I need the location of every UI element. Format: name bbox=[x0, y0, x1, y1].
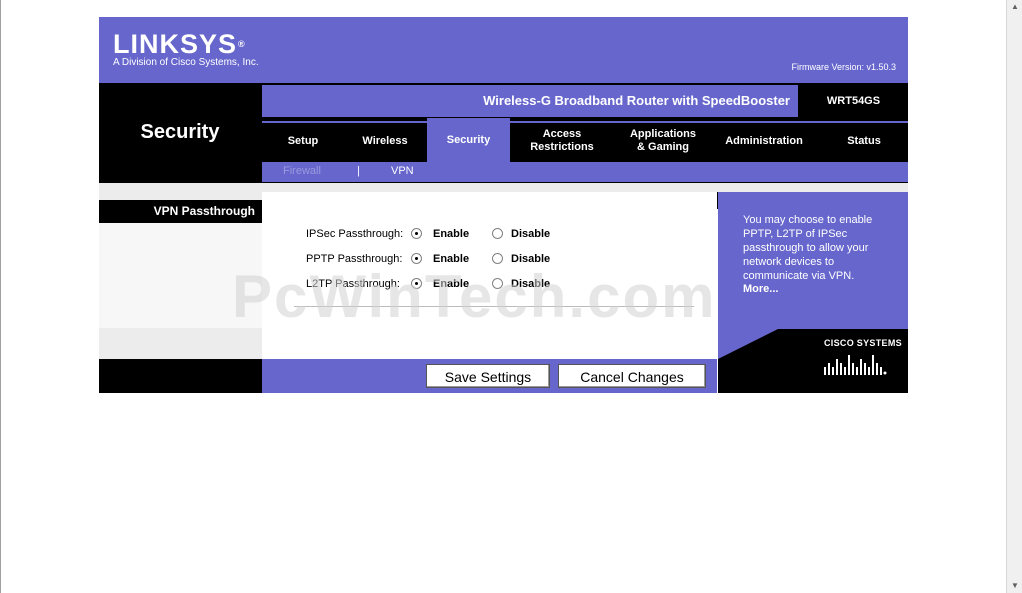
setting-label: L2TP Passthrough: bbox=[306, 278, 400, 290]
vertical-scrollbar[interactable]: ▲ ▼ bbox=[1006, 0, 1022, 593]
radio-label-enable: Enable bbox=[433, 228, 470, 240]
logo-subtitle: A Division of Cisco Systems, Inc. bbox=[113, 57, 259, 68]
tab-setup[interactable]: Setup bbox=[262, 120, 344, 162]
radio-label-disable: Disable bbox=[511, 278, 551, 290]
cisco-logo-text: CISCO SYSTEMS bbox=[824, 338, 902, 348]
ipsec-disable-radio[interactable] bbox=[492, 228, 503, 239]
l2tp-disable-radio[interactable] bbox=[492, 278, 503, 289]
logo-word: LINKSYS bbox=[113, 29, 238, 59]
ipsec-enable-radio[interactable] bbox=[411, 228, 422, 239]
tab-security[interactable]: Security bbox=[427, 118, 510, 162]
tab-access-restrictions[interactable]: Access Restrictions bbox=[512, 120, 612, 162]
tab-label: Setup bbox=[287, 134, 319, 147]
radio-label-enable: Enable bbox=[433, 278, 470, 290]
main-nav: Setup Wireless Security Access Restricti… bbox=[262, 118, 908, 162]
pptp-enable-radio[interactable] bbox=[411, 253, 422, 264]
save-settings-button[interactable]: Save Settings bbox=[426, 364, 550, 388]
model-number: WRT54GS bbox=[826, 95, 881, 107]
tab-status[interactable]: Status bbox=[820, 120, 908, 162]
footer-left bbox=[99, 359, 262, 393]
help-more-link[interactable]: More... bbox=[743, 283, 778, 295]
tab-label: Applications & Gaming bbox=[629, 128, 696, 153]
settings-panel: IPSec Passthrough: Enable Disable PPTP P… bbox=[262, 192, 717, 359]
cisco-bridge-icon bbox=[824, 355, 887, 375]
content-top-strip bbox=[262, 183, 908, 192]
tab-label: Security bbox=[446, 133, 491, 146]
l2tp-enable-radio[interactable] bbox=[411, 278, 422, 289]
setting-label: IPSec Passthrough: bbox=[306, 228, 404, 240]
router-page: LINKSYS® A Division of Cisco Systems, In… bbox=[99, 17, 908, 393]
tab-label: Status bbox=[847, 134, 881, 147]
subnav-separator: | bbox=[357, 165, 360, 177]
left-column-fill bbox=[99, 223, 262, 328]
cisco-corner-cut bbox=[718, 329, 778, 359]
cancel-changes-button[interactable]: Cancel Changes bbox=[558, 364, 706, 388]
linksys-logo: LINKSYS® A Division of Cisco Systems, In… bbox=[113, 29, 259, 68]
product-bar: Wireless-G Broadband Router with SpeedBo… bbox=[262, 85, 798, 117]
radio-label-enable: Enable bbox=[433, 253, 470, 265]
page-title: Security bbox=[140, 121, 220, 143]
cisco-logo-area: CISCO SYSTEMS bbox=[718, 329, 908, 393]
tab-wireless[interactable]: Wireless bbox=[344, 120, 426, 162]
tab-administration[interactable]: Administration bbox=[714, 120, 814, 162]
firmware-version: Firmware Version: v1.50.3 bbox=[791, 62, 896, 72]
subtab-vpn[interactable]: VPN bbox=[391, 165, 414, 177]
tab-label: Access Restrictions bbox=[530, 128, 594, 153]
logo-reg: ® bbox=[238, 39, 246, 49]
tab-label: Wireless bbox=[362, 134, 408, 147]
help-text: You may choose to enable PPTP, L2TP of I… bbox=[743, 214, 873, 282]
sub-nav: Firewall | VPN bbox=[262, 162, 908, 182]
section-label: VPN Passthrough bbox=[153, 204, 255, 218]
setting-label: PPTP Passthrough: bbox=[306, 253, 403, 265]
pptp-disable-radio[interactable] bbox=[492, 253, 503, 264]
radio-label-disable: Disable bbox=[511, 228, 551, 240]
content-divider bbox=[294, 306, 694, 307]
scroll-down-icon[interactable]: ▼ bbox=[1008, 579, 1022, 593]
product-name: Wireless-G Broadband Router with SpeedBo… bbox=[483, 93, 790, 108]
header: LINKSYS® A Division of Cisco Systems, In… bbox=[99, 17, 908, 83]
tab-label: Administration bbox=[725, 134, 803, 147]
footer-actions: Save Settings Cancel Changes bbox=[262, 359, 717, 393]
scroll-up-icon[interactable]: ▲ bbox=[1008, 0, 1022, 14]
subtab-firewall[interactable]: Firewall bbox=[283, 165, 321, 177]
tab-applications-gaming[interactable]: Applications & Gaming bbox=[614, 120, 712, 162]
radio-label-disable: Disable bbox=[511, 253, 551, 265]
